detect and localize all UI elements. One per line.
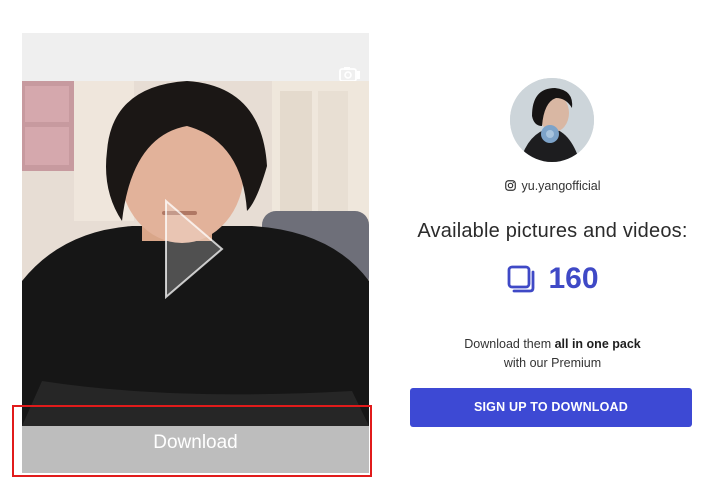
premium-line-1: Download them all in one pack <box>400 335 705 354</box>
video-thumbnail[interactable] <box>22 81 369 426</box>
media-topbar <box>22 33 369 82</box>
profile-handle-row: yu.yangofficial <box>400 179 705 193</box>
profile-handle[interactable]: yu.yangofficial <box>522 179 601 193</box>
instagram-icon <box>504 180 516 191</box>
page: Download yu.yangofficial Available pictu… <box>0 0 725 497</box>
camera-icon <box>339 67 360 82</box>
avatar-image <box>510 78 594 162</box>
media-card: Download <box>22 33 369 473</box>
download-button[interactable]: Download <box>22 426 369 473</box>
media-count: 160 <box>548 262 599 295</box>
premium-line-1-bold: all in one pack <box>554 337 641 351</box>
avatar <box>510 78 594 162</box>
premium-line-2: with our Premium <box>503 356 602 370</box>
sign-up-button[interactable]: SIGN UP TO DOWNLOAD <box>410 388 692 427</box>
premium-line-1-prefix: Download them <box>464 337 555 351</box>
play-icon[interactable] <box>164 199 224 299</box>
media-count-row: 160 <box>400 262 705 302</box>
premium-description: Download them all in one pack with our P… <box>400 335 705 373</box>
gallery-icon <box>508 265 535 293</box>
available-title: Available pictures and videos: <box>417 220 688 242</box>
